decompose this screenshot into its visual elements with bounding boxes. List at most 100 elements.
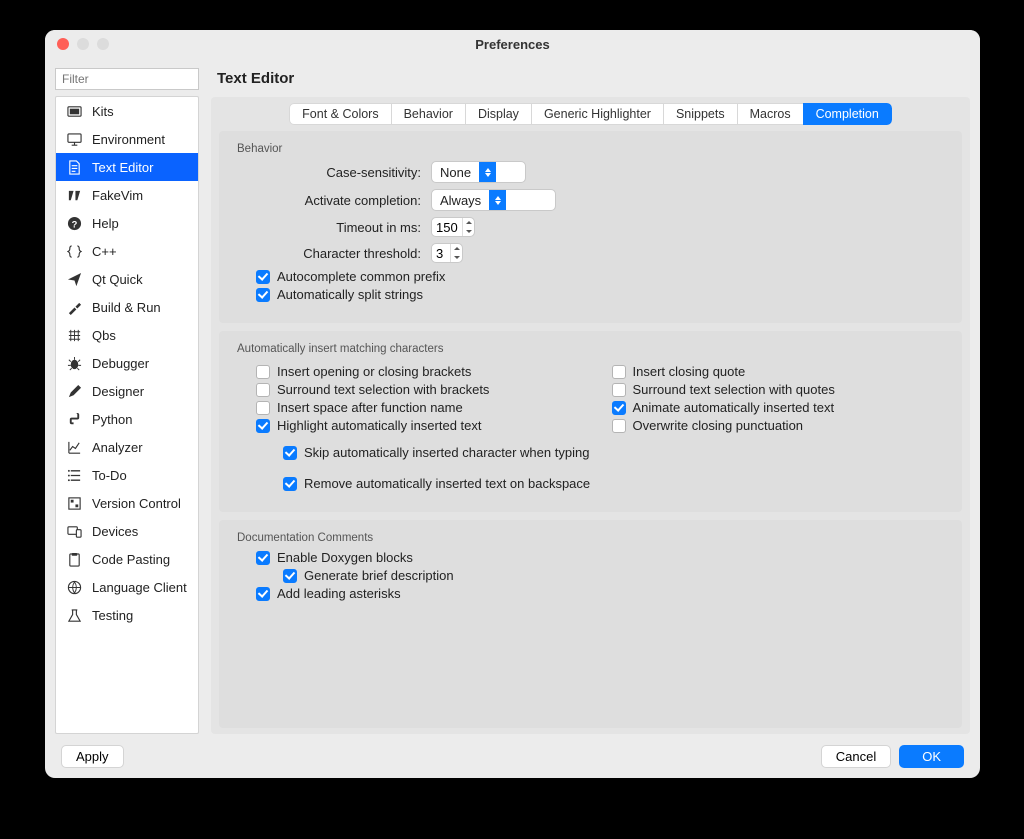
- surround-quotes-label: Surround text selection with quotes: [633, 382, 835, 397]
- tab-snippets[interactable]: Snippets: [663, 103, 738, 125]
- insert-brackets-checkbox[interactable]: [256, 365, 270, 379]
- list-icon: [66, 467, 82, 483]
- sidebar-item-label: Code Pasting: [92, 552, 170, 567]
- highlight-auto-text-checkbox[interactable]: [256, 419, 270, 433]
- sidebar-item-label: Help: [92, 216, 119, 231]
- tab-macros[interactable]: Macros: [737, 103, 804, 125]
- monitor-icon: [66, 131, 82, 147]
- tab-behavior[interactable]: Behavior: [391, 103, 466, 125]
- content-panel: Font & Colors Behavior Display Generic H…: [211, 97, 970, 734]
- remove-auto-backspace-checkbox[interactable]: [283, 477, 297, 491]
- activate-completion-value: Always: [440, 193, 489, 208]
- surround-quotes-checkbox[interactable]: [612, 383, 626, 397]
- skip-auto-char-label: Skip automatically inserted character wh…: [304, 445, 589, 460]
- sidebar-item-todo[interactable]: To-Do: [56, 461, 198, 489]
- timeout-input[interactable]: [432, 220, 462, 235]
- sidebar-item-label: Devices: [92, 524, 138, 539]
- sidebar-item-cpp[interactable]: C++: [56, 237, 198, 265]
- sidebar-item-build-run[interactable]: Build & Run: [56, 293, 198, 321]
- sidebar-item-label: Testing: [92, 608, 133, 623]
- tabbar: Font & Colors Behavior Display Generic H…: [211, 103, 970, 125]
- activate-completion-label: Activate completion:: [241, 193, 431, 208]
- sidebar-item-testing[interactable]: Testing: [56, 601, 198, 629]
- document-icon: [66, 159, 82, 175]
- bottom-bar: Apply Cancel OK: [45, 734, 980, 778]
- cancel-button[interactable]: Cancel: [821, 745, 891, 768]
- autocomplete-common-prefix-label: Autocomplete common prefix: [277, 269, 445, 284]
- sidebar-item-label: Analyzer: [92, 440, 143, 455]
- animate-auto-text-checkbox[interactable]: [612, 401, 626, 415]
- sidebar-item-label: Kits: [92, 104, 114, 119]
- tab-font-colors[interactable]: Font & Colors: [289, 103, 391, 125]
- help-icon: ?: [66, 215, 82, 231]
- sidebar-item-analyzer[interactable]: Analyzer: [56, 433, 198, 461]
- char-threshold-spinbox[interactable]: [431, 243, 463, 263]
- sidebar-item-devices[interactable]: Devices: [56, 517, 198, 545]
- doc-comments-group: Documentation Comments Enable Doxygen bl…: [219, 520, 962, 728]
- spin-up-icon[interactable]: [463, 218, 474, 227]
- behavior-heading: Behavior: [237, 143, 948, 155]
- traffic-lights: [45, 38, 109, 50]
- char-threshold-input[interactable]: [432, 246, 450, 261]
- generate-brief-checkbox[interactable]: [283, 569, 297, 583]
- sidebar-item-code-pasting[interactable]: Code Pasting: [56, 545, 198, 573]
- auto-split-strings-label: Automatically split strings: [277, 287, 423, 302]
- python-icon: [66, 411, 82, 427]
- sidebar-item-version-control[interactable]: Version Control: [56, 489, 198, 517]
- apply-button[interactable]: Apply: [61, 745, 124, 768]
- leading-asterisks-label: Add leading asterisks: [277, 586, 401, 601]
- overwrite-punctuation-checkbox[interactable]: [612, 419, 626, 433]
- ok-button[interactable]: OK: [899, 745, 964, 768]
- tab-completion[interactable]: Completion: [803, 103, 892, 125]
- sidebar-item-label: Build & Run: [92, 300, 161, 315]
- tab-generic-highlighter[interactable]: Generic Highlighter: [531, 103, 664, 125]
- enable-doxygen-checkbox[interactable]: [256, 551, 270, 565]
- insert-closing-quote-checkbox[interactable]: [612, 365, 626, 379]
- case-sensitivity-select[interactable]: None: [431, 161, 526, 183]
- leading-asterisks-checkbox[interactable]: [256, 587, 270, 601]
- sidebar-item-debugger[interactable]: Debugger: [56, 349, 198, 377]
- sidebar: Kits Environment Text Editor FakeVim ? H…: [55, 68, 199, 734]
- sidebar-item-label: Text Editor: [92, 160, 153, 175]
- timeout-spinbox[interactable]: [431, 217, 475, 237]
- page-title: Text Editor: [211, 68, 970, 97]
- surround-brackets-checkbox[interactable]: [256, 383, 270, 397]
- titlebar: Preferences: [45, 30, 980, 58]
- close-window-button[interactable]: [57, 38, 69, 50]
- sidebar-item-kits[interactable]: Kits: [56, 97, 198, 125]
- surround-brackets-label: Surround text selection with brackets: [277, 382, 489, 397]
- case-sensitivity-value: None: [440, 165, 479, 180]
- sidebar-item-language-client[interactable]: Language Client: [56, 573, 198, 601]
- sidebar-item-designer[interactable]: Designer: [56, 377, 198, 405]
- case-sensitivity-label: Case-sensitivity:: [241, 165, 431, 180]
- sidebar-item-label: Version Control: [92, 496, 181, 511]
- vcs-icon: [66, 495, 82, 511]
- sidebar-item-label: To-Do: [92, 468, 127, 483]
- animate-auto-text-label: Animate automatically inserted text: [633, 400, 835, 415]
- sidebar-item-text-editor[interactable]: Text Editor: [56, 153, 198, 181]
- generate-brief-label: Generate brief description: [304, 568, 454, 583]
- sidebar-item-fakevim[interactable]: FakeVim: [56, 181, 198, 209]
- auto-split-strings-checkbox[interactable]: [256, 288, 270, 302]
- spin-down-icon[interactable]: [451, 253, 462, 262]
- sidebar-item-help[interactable]: ? Help: [56, 209, 198, 237]
- spin-up-icon[interactable]: [451, 244, 462, 253]
- insert-brackets-label: Insert opening or closing brackets: [277, 364, 471, 379]
- category-list[interactable]: Kits Environment Text Editor FakeVim ? H…: [55, 96, 199, 734]
- main-panel: Text Editor Font & Colors Behavior Displ…: [211, 68, 970, 734]
- skip-auto-char-checkbox[interactable]: [283, 446, 297, 460]
- sidebar-item-label: Designer: [92, 384, 144, 399]
- enable-doxygen-label: Enable Doxygen blocks: [277, 550, 413, 565]
- sidebar-item-python[interactable]: Python: [56, 405, 198, 433]
- sidebar-item-environment[interactable]: Environment: [56, 125, 198, 153]
- space-after-func-checkbox[interactable]: [256, 401, 270, 415]
- spin-down-icon[interactable]: [463, 227, 474, 236]
- activate-completion-select[interactable]: Always: [431, 189, 556, 211]
- sidebar-item-qtquick[interactable]: Qt Quick: [56, 265, 198, 293]
- autocomplete-common-prefix-checkbox[interactable]: [256, 270, 270, 284]
- tab-display[interactable]: Display: [465, 103, 532, 125]
- filter-input[interactable]: [55, 68, 199, 90]
- sidebar-item-qbs[interactable]: Qbs: [56, 321, 198, 349]
- auto-insert-heading: Automatically insert matching characters: [237, 343, 948, 355]
- hammer-icon: [66, 299, 82, 315]
